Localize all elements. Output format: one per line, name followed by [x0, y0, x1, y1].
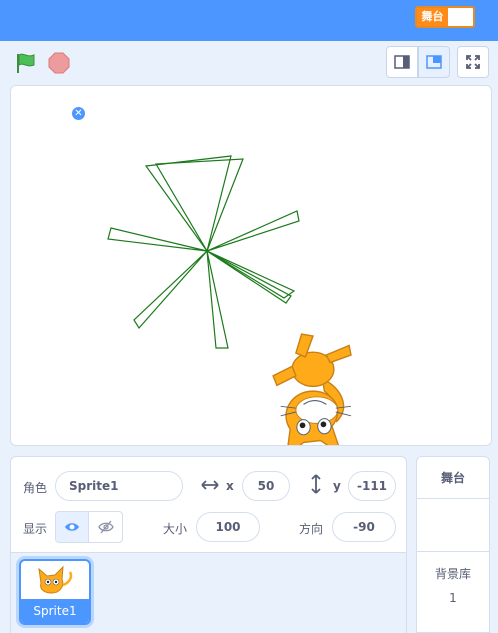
fullscreen-icon [466, 55, 480, 69]
stage-toggle-label: 舞台 [417, 8, 448, 26]
stage-toggle-switch[interactable]: 舞台 [415, 6, 475, 28]
stage-panel-title: 舞台 [417, 457, 489, 499]
visibility-toggle [55, 511, 123, 543]
sprite-tile[interactable]: Sprite1 [19, 559, 91, 625]
backdrops-label: 背景库 [434, 567, 471, 581]
sprite-list: Sprite1 [11, 553, 406, 633]
stage-canvas[interactable] [10, 85, 492, 446]
stage-selector-panel[interactable]: 舞台 背景库 1 [416, 456, 490, 633]
top-bar: 舞台 [0, 0, 498, 41]
backdrops-count: 1 [449, 591, 457, 605]
direction-label: 方向 [299, 522, 324, 536]
hide-sprite-button[interactable] [89, 512, 122, 542]
sprite-info-panel: 角色 Sprite1 x 50 y -111 显示 大小 100 方向 -90 [10, 456, 407, 633]
y-input[interactable]: -111 [348, 471, 396, 501]
small-stage-icon [394, 55, 410, 69]
show-sprite-button[interactable] [56, 512, 90, 542]
x-arrows-icon [201, 477, 219, 496]
small-stage-button[interactable] [386, 46, 418, 78]
sprite-tile-name: Sprite1 [21, 599, 89, 623]
size-input[interactable]: 100 [196, 512, 260, 542]
green-flag-icon[interactable] [14, 52, 38, 74]
y-label: y [333, 479, 341, 493]
sprite-thumbnail [38, 565, 73, 594]
large-stage-button[interactable] [418, 46, 450, 78]
cat-sprite [272, 333, 352, 445]
sprite-name-label: 角色 [23, 481, 48, 495]
fullscreen-button[interactable] [457, 46, 489, 78]
stage-toggle-knob [450, 10, 471, 24]
stop-icon[interactable] [48, 52, 70, 74]
direction-input[interactable]: -90 [332, 512, 396, 542]
size-label: 大小 [163, 522, 188, 536]
large-stage-icon [426, 55, 442, 69]
delete-sprite-button[interactable]: ✕ [70, 105, 87, 122]
eye-slash-icon [97, 520, 114, 534]
sprite-name-input[interactable]: Sprite1 [55, 471, 183, 501]
show-label: 显示 [23, 522, 48, 536]
stage-thumbnail [417, 500, 489, 552]
x-label: x [226, 479, 234, 493]
y-arrows-icon [309, 474, 323, 498]
pen-drawing [107, 155, 300, 349]
eye-icon [65, 523, 79, 531]
x-input[interactable]: 50 [242, 471, 290, 501]
